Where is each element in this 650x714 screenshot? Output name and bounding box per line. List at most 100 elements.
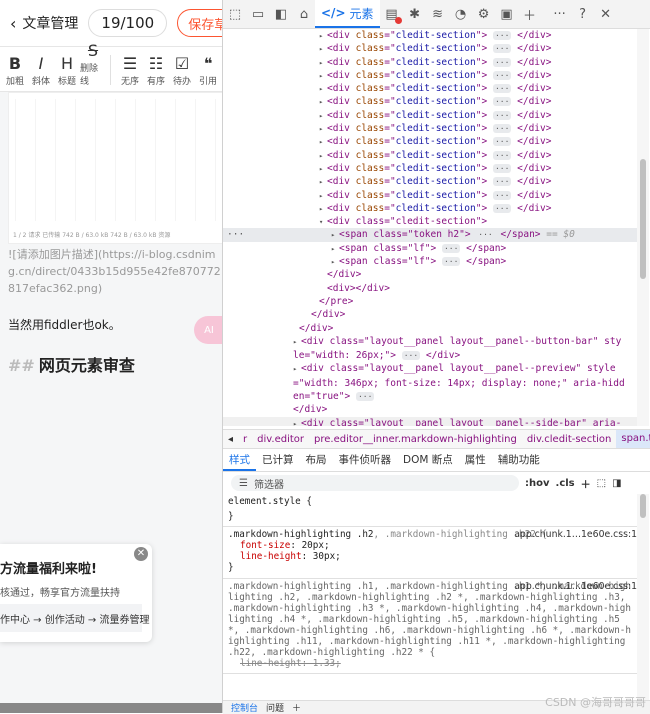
css-property-name[interactable]: line-height	[240, 551, 302, 562]
promo-link[interactable]: 作中心 → 创作活动 → 流量券管理	[0, 604, 149, 632]
ellipsis-badge[interactable]: ···	[492, 70, 512, 80]
cls-toggle[interactable]: .cls	[556, 478, 575, 489]
more-options-icon[interactable]: ···	[549, 3, 571, 25]
tab-elements[interactable]: </> 元素	[315, 0, 380, 28]
quote-button[interactable]: ❝ 引用	[195, 54, 221, 91]
dom-node-layout-side-bar[interactable]: ▸ <div class="layout__panel layout__panel…	[223, 416, 639, 426]
scrollbar-thumb[interactable]	[640, 159, 646, 279]
sources-bug-icon[interactable]: ✱	[404, 3, 426, 25]
editor-paragraph[interactable]: 当然用fiddler也ok。	[8, 316, 121, 333]
dom-node-cledit-section[interactable]: ▸ <div class="cledit-section"> ··· </div>	[223, 189, 639, 202]
dom-node[interactable]: </div>	[223, 268, 639, 281]
dom-node-cledit-section[interactable]: ▸ <div class="cledit-section"> ··· </div>	[223, 149, 639, 162]
ellipsis-badge[interactable]: ···	[492, 84, 512, 94]
breadcrumb-item[interactable]: div.cledit-section	[522, 434, 617, 445]
ellipsis-badge[interactable]: ···	[492, 177, 512, 187]
tab-computed[interactable]: 已计算	[256, 449, 300, 471]
dom-node-cledit-section[interactable]: ▸ <div class="cledit-section"> ··· </div>	[223, 202, 639, 215]
ellipsis-badge[interactable]: ···	[401, 351, 421, 361]
bold-button[interactable]: B 加粗	[2, 54, 28, 91]
css-property-name[interactable]: font-size	[240, 540, 290, 551]
tab-properties[interactable]: 属性	[459, 449, 492, 471]
hov-toggle[interactable]: :hov	[525, 478, 550, 489]
ellipsis-badge[interactable]: ···	[492, 163, 512, 173]
dom-node-selected[interactable]: ··· ▸ <span class="token h2"> ··· </span> …	[223, 228, 639, 242]
ellipsis-badge[interactable]: ···	[441, 243, 461, 253]
dom-node-layout-button-bar[interactable]: ▸ <div class="layout__panel layout__panel…	[223, 335, 639, 363]
dom-node-cledit-section[interactable]: ▸ <div class="cledit-section"> ··· </div>	[223, 69, 639, 82]
tab-dom-breakpoints[interactable]: DOM 断点	[397, 449, 459, 471]
dom-node[interactable]: <div></div>	[223, 282, 639, 295]
markdown-image-source[interactable]: ![请添加图片描述](https://i-blog.csdnimg.cn/dir…	[8, 246, 222, 297]
dom-node-cledit-section[interactable]: ▸ <div class="cledit-section"> ··· </div>	[223, 135, 639, 148]
ellipsis-badge[interactable]: ···	[492, 31, 512, 40]
css-property-value[interactable]: 30px;	[313, 551, 341, 562]
ellipsis-badge[interactable]: ···	[492, 97, 512, 107]
ellipsis-badge[interactable]: ···	[492, 137, 512, 147]
ellipsis-badge[interactable]: ···	[492, 124, 512, 134]
ellipsis-badge[interactable]: ···	[492, 150, 512, 160]
todo-list-button[interactable]: ☑ 待办	[169, 54, 195, 91]
unordered-list-button[interactable]: ☰ 无序	[117, 54, 143, 91]
toggle-sidebar-icon[interactable]: ◨	[612, 478, 621, 489]
back-to-article-manager[interactable]: ‹ 文章管理	[0, 13, 78, 33]
dom-node-open-section[interactable]: ▾ <div class="cledit-section">	[223, 215, 639, 228]
ai-assistant-button[interactable]: AI	[194, 316, 222, 344]
color-format-icon[interactable]: ⬚	[597, 478, 606, 489]
css-property-value[interactable]: 20px;	[302, 540, 330, 551]
styles-filter-input[interactable]: ☰ 筛选器	[231, 475, 519, 491]
ellipsis-badge[interactable]: ···	[492, 203, 512, 213]
dom-tree-scrollbar[interactable]	[637, 29, 649, 426]
editor-heading[interactable]: ## 网页元素审查	[8, 352, 135, 376]
styles-scrollbar[interactable]	[637, 494, 649, 700]
performance-gauge-icon[interactable]: ◔	[450, 3, 472, 25]
italic-button[interactable]: I 斜体	[28, 54, 54, 91]
ellipsis-badge[interactable]: ···	[476, 230, 495, 240]
ellipsis-badge[interactable]: ···	[492, 110, 512, 120]
application-panel-icon[interactable]: ▣	[496, 3, 518, 25]
network-wifi-icon[interactable]: ≋	[427, 3, 449, 25]
console-tab-icon[interactable]: ▤	[381, 3, 403, 25]
ellipsis-badge[interactable]: ···	[492, 57, 512, 67]
inspect-element-icon[interactable]: ⬚	[224, 3, 246, 25]
stylesheet-source-link[interactable]: app.chunk.1…1e60e.css:1	[514, 581, 637, 592]
dom-node-cledit-section[interactable]: ▸ <div class="cledit-section"> ··· </div>	[223, 109, 639, 122]
overridden-css-property[interactable]: line-height: 1.33;	[240, 658, 341, 669]
dom-node[interactable]: </div>	[223, 308, 639, 321]
dom-node-cledit-section[interactable]: ▸ <div class="cledit-section"> ··· </div>	[223, 175, 639, 188]
dom-node-layout-preview[interactable]: ▸ <div class="layout__panel layout__panel…	[223, 362, 639, 416]
scrollbar-thumb[interactable]	[640, 494, 646, 518]
dom-node-cledit-section[interactable]: ▸ <div class="cledit-section"> ··· </div>	[223, 82, 639, 95]
breadcrumb-item-current[interactable]: span.token.h2	[616, 430, 650, 448]
tab-styles[interactable]: 样式	[223, 449, 256, 471]
ellipsis-badge[interactable]: ···	[492, 190, 512, 200]
close-icon[interactable]: ✕	[134, 547, 148, 561]
tab-console[interactable]: 控制台	[231, 701, 258, 714]
stylesheet-source-link[interactable]: app.chunk.1…1e60e.css:1	[514, 529, 637, 540]
dock-side-icon[interactable]: ◧	[270, 3, 292, 25]
dom-node[interactable]: ▸ <span class="lf"> ··· </span>	[223, 255, 639, 268]
dom-node-cledit-section[interactable]: ▸ <div class="cledit-section"> ··· </div>	[223, 29, 639, 42]
dom-node-cledit-section[interactable]: ▸ <div class="cledit-section"> ··· </div>	[223, 162, 639, 175]
dom-node-cledit-section[interactable]: ▸ <div class="cledit-section"> ··· </div>	[223, 95, 639, 108]
ellipsis-badge[interactable]: ···	[355, 392, 375, 402]
more-tools-plus-icon[interactable]: ＋	[519, 3, 541, 25]
tab-layout[interactable]: 布局	[300, 449, 333, 471]
settings-gear-icon[interactable]: ⚙	[473, 3, 495, 25]
breadcrumb-item[interactable]: r	[238, 434, 252, 445]
ellipsis-badge[interactable]: ···	[441, 257, 461, 267]
breadcrumb-item[interactable]: div.editor	[252, 434, 309, 445]
add-drawer-tab-icon[interactable]: ＋	[292, 701, 301, 714]
dom-node[interactable]: </pre>	[223, 295, 639, 308]
help-icon[interactable]: ?	[572, 3, 594, 25]
css-rule-headings[interactable]: app.chunk.1…1e60e.css:1 .markdown-highli…	[223, 579, 639, 675]
dom-node-cledit-section[interactable]: ▸ <div class="cledit-section"> ··· </div>	[223, 122, 639, 135]
save-draft-button[interactable]: 保存草稿	[177, 9, 222, 37]
breadcrumb-item[interactable]: pre.editor__inner.markdown-highlighting	[309, 434, 522, 445]
ellipsis-badge[interactable]: ···	[492, 44, 512, 54]
css-rule-h2[interactable]: app.chunk.1…1e60e.css:1 .markdown-highli…	[223, 527, 639, 579]
breadcrumb-back-icon[interactable]: ◂	[223, 434, 238, 445]
close-devtools-icon[interactable]: ✕	[595, 3, 617, 25]
device-toolbar-icon[interactable]: ▭	[247, 3, 269, 25]
tab-issues[interactable]: 问题	[266, 701, 284, 714]
